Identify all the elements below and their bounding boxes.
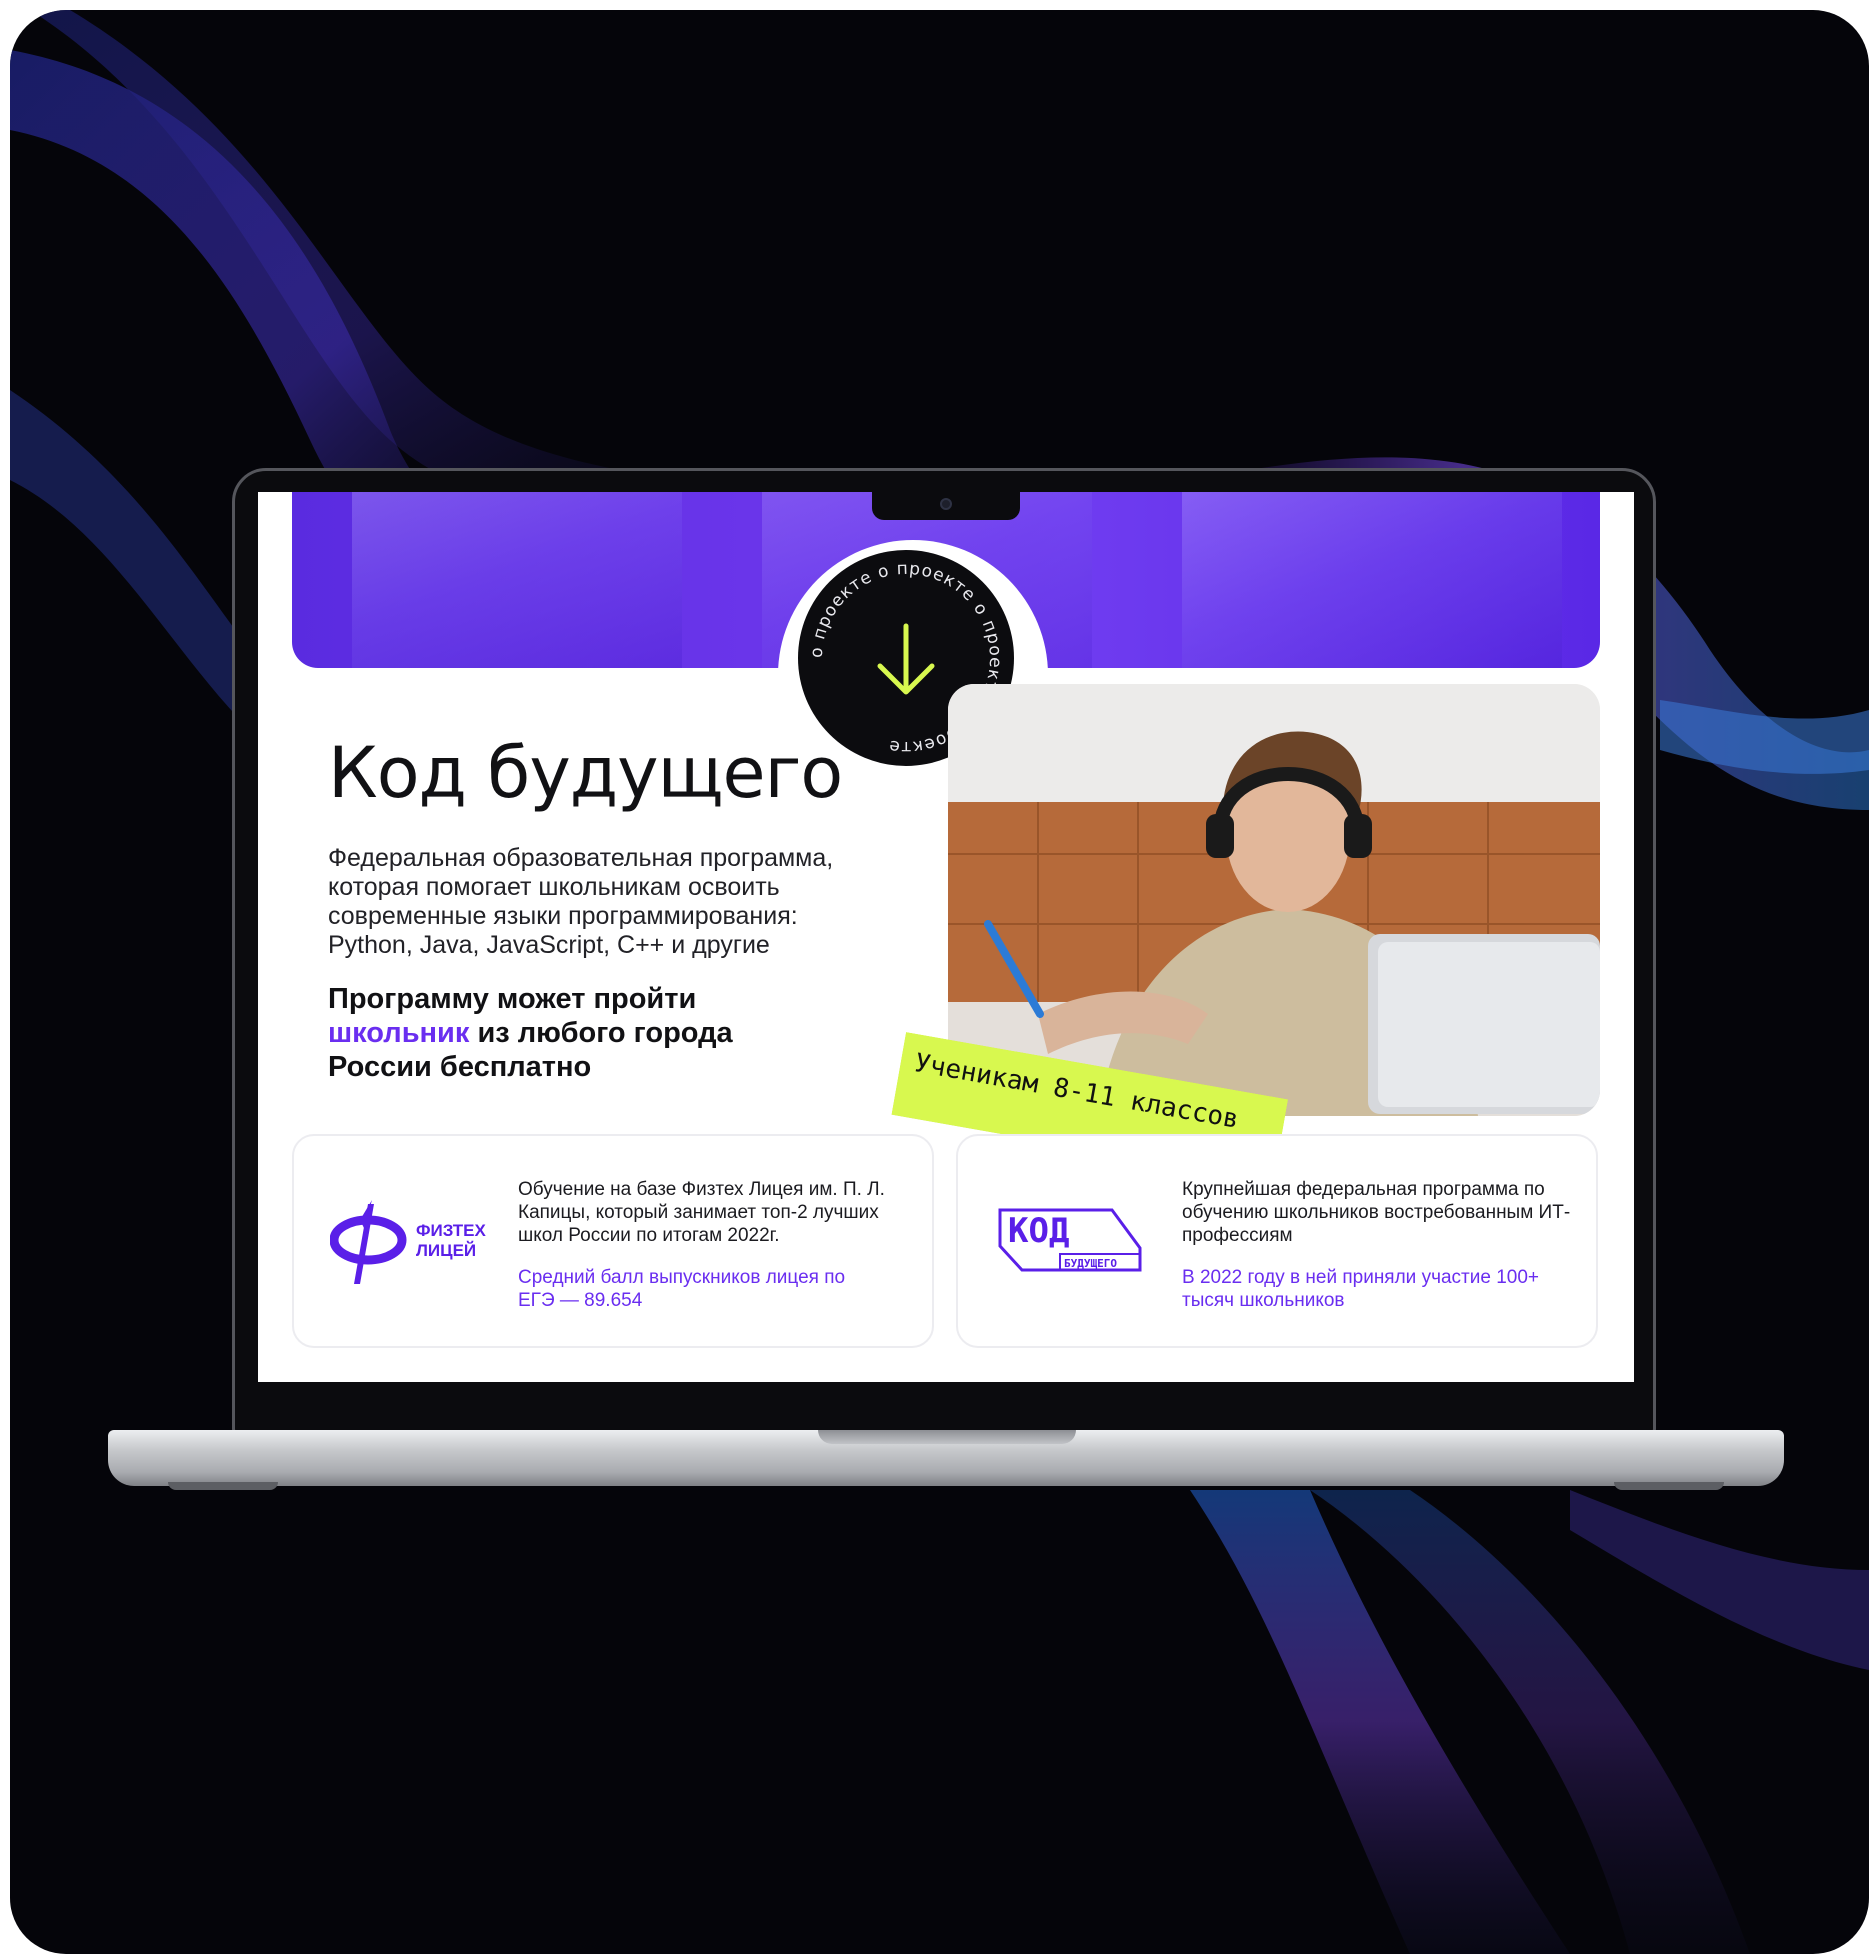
laptop-foot (1614, 1482, 1724, 1490)
program-tagline: Программу может пройти школьник из любог… (328, 982, 768, 1084)
page-title: Код будущего (328, 732, 843, 814)
arrow-down-icon (877, 623, 935, 695)
banner-photo (1182, 492, 1562, 668)
screen-bezel (236, 1382, 1652, 1432)
kod-card: КОД БУДУЩЕГО Крупнейшая федеральная прог… (956, 1134, 1598, 1348)
card-highlight: Средний балл выпускников лицея по ЕГЭ — … (518, 1267, 846, 1311)
card-text: Крупнейшая федеральная программа по обуч… (1182, 1179, 1571, 1246)
laptop-base (108, 1430, 1784, 1490)
program-description: Федеральная образовательная программа, к… (328, 844, 834, 959)
tagline-accent: школьник (328, 1017, 470, 1049)
tagline-text: Программу может пройти (328, 983, 697, 1015)
laptop-foot (168, 1482, 278, 1490)
kod-logo-text: БУДУЩЕГО (1064, 1257, 1117, 1270)
fiztech-lyceum-logo: ФИЗТЕХ ЛИЦЕЙ (330, 1200, 486, 1284)
kod-logo-text: КОД (1008, 1211, 1069, 1251)
laptop-screen: о проекте о проекте о проекте о проекте … (258, 492, 1634, 1382)
student-photo (948, 684, 1600, 1116)
card-highlight: В 2022 году в ней приняли участие 100+ т… (1182, 1267, 1540, 1311)
camera-icon (940, 498, 952, 510)
banner-photo (352, 492, 682, 668)
fiztech-logo-text: ЛИЦЕЙ (416, 1241, 476, 1260)
fiztech-logo-text: ФИЗТЕХ (416, 1221, 486, 1240)
camera-notch (872, 490, 1020, 520)
fiztech-card: ФИЗТЕХ ЛИЦЕЙ Обучение на базе Физтех Лиц… (292, 1134, 934, 1348)
card-text: Обучение на базе Физтех Лицея им. П. Л. … (518, 1179, 885, 1246)
kod-budushchego-logo: КОД БУДУЩЕГО (998, 1208, 1142, 1272)
lid-opening-groove (818, 1430, 1076, 1444)
